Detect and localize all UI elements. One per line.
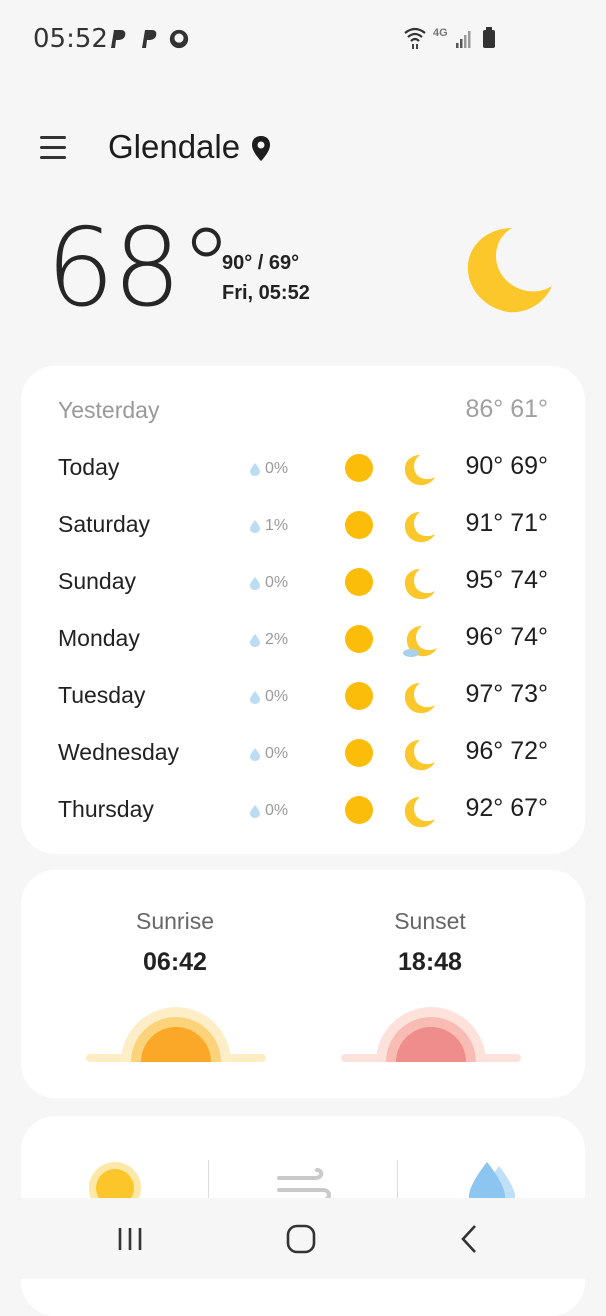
forecast-row[interactable]: Wednesday 0% 96° 72° — [21, 733, 585, 773]
daily-forecast-card[interactable]: Yesterday 86° 61° Today 0% 90° 69° Satur… — [21, 366, 585, 854]
raindrop-icon — [250, 576, 260, 590]
high-low-temps: 96° 72° — [465, 737, 548, 765]
system-navigation-bar — [0, 1198, 606, 1279]
high-low-temps: 91° 71° — [465, 509, 548, 537]
sun-icon — [345, 625, 373, 653]
menu-button[interactable] — [38, 132, 72, 162]
high-low-temps: 86° 61° — [465, 395, 548, 423]
high-low-temps: 97° 73° — [465, 680, 548, 708]
paypal-icon — [142, 30, 157, 48]
moon-icon — [467, 228, 552, 313]
moon-icon — [404, 740, 435, 771]
home-button[interactable] — [281, 1222, 321, 1256]
day-name: Wednesday — [58, 739, 180, 765]
day-name: Monday — [58, 625, 140, 651]
moon-icon — [404, 512, 435, 543]
day-name: Yesterday — [58, 397, 160, 423]
high-low-temps: 96° 74° — [465, 623, 548, 651]
forecast-row[interactable]: Thursday 0% 92° 67° — [21, 790, 585, 830]
current-conditions: 68° 90° / 69° Fri, 05:52 — [0, 206, 606, 340]
network-type: 4G — [433, 27, 448, 39]
high-low-temps: 92° 67° — [465, 794, 548, 822]
status-bar: 05:52 4G — [0, 0, 606, 80]
sunrise-time: 06:42 — [143, 948, 207, 976]
sun-icon — [345, 796, 373, 824]
app-notification-icon — [169, 29, 189, 49]
precip-chance: 1% — [265, 517, 289, 534]
moon-cloud-icon — [403, 626, 437, 657]
day-name: Today — [58, 454, 120, 480]
sunrise-sunset-card[interactable]: Sunrise 06:42 Sunset 18:48 — [21, 870, 585, 1098]
precip-chance: 0% — [265, 745, 289, 762]
battery-icon — [482, 27, 495, 48]
sunrise-icon — [86, 1007, 266, 1062]
location-title[interactable]: Glendale — [108, 128, 240, 166]
precip-chance: 0% — [265, 688, 289, 705]
raindrop-icon — [250, 462, 260, 476]
precip-chance: 0% — [265, 460, 289, 477]
moon-icon — [404, 797, 435, 828]
sunset-label: Sunset — [394, 908, 466, 934]
raindrop-icon — [250, 804, 260, 818]
sunrise-label: Sunrise — [136, 908, 214, 934]
day-name: Saturday — [58, 511, 151, 537]
status-time: 05:52 — [33, 24, 108, 54]
today-high-low: 90° / 69° — [222, 252, 300, 274]
current-temperature: 68° — [46, 206, 233, 331]
current-date-time: Fri, 05:52 — [222, 282, 310, 304]
precip-chance: 0% — [265, 574, 289, 591]
forecast-row[interactable]: Today 0% 90° 69° — [21, 448, 585, 488]
forecast-row[interactable]: Sunday 0% 95° 74° — [21, 562, 585, 602]
location-pin-icon[interactable] — [250, 135, 272, 163]
sun-icon — [345, 682, 373, 710]
forecast-row[interactable]: Saturday 1% 91° 71° — [21, 505, 585, 545]
sun-icon — [345, 454, 373, 482]
forecast-row[interactable]: Tuesday 0% 97° 73° — [21, 676, 585, 716]
status-system-icons: 4G — [404, 26, 496, 50]
forecast-row[interactable]: Monday 2% 96° 74° — [21, 619, 585, 659]
precip-chance: 2% — [265, 631, 289, 648]
day-name: Sunday — [58, 568, 137, 594]
raindrop-icon — [250, 633, 260, 647]
high-low-temps: 95° 74° — [465, 566, 548, 594]
moon-icon — [404, 569, 435, 600]
raindrop-icon — [250, 519, 260, 533]
wifi-icon — [404, 27, 426, 49]
paypal-icon — [111, 30, 126, 48]
recent-apps-button[interactable] — [110, 1222, 150, 1256]
back-button[interactable] — [451, 1222, 491, 1256]
sun-icon — [345, 511, 373, 539]
forecast-row-yesterday[interactable]: Yesterday 86° 61° — [21, 391, 585, 431]
status-notification-icons — [106, 27, 190, 51]
sun-icon — [345, 739, 373, 767]
precip-chance: 0% — [265, 802, 289, 819]
day-name: Tuesday — [58, 682, 146, 708]
moon-icon — [404, 683, 435, 714]
app-header: Glendale — [0, 118, 606, 178]
sunset-icon — [341, 1007, 521, 1062]
sunset-time: 18:48 — [398, 948, 462, 976]
signal-icon — [455, 31, 471, 48]
day-name: Thursday — [58, 796, 154, 822]
moon-icon — [404, 455, 435, 486]
menu-icon — [40, 136, 66, 139]
sun-icon — [345, 568, 373, 596]
raindrop-icon — [250, 690, 260, 704]
high-low-temps: 90° 69° — [465, 452, 548, 480]
raindrop-icon — [250, 747, 260, 761]
